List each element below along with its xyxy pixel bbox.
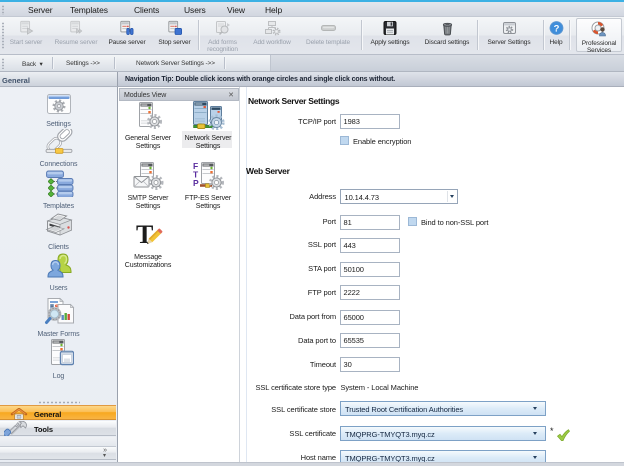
svg-text:?: ? bbox=[553, 23, 559, 34]
svg-text:T: T bbox=[136, 221, 153, 249]
svg-text:P: P bbox=[193, 178, 199, 188]
